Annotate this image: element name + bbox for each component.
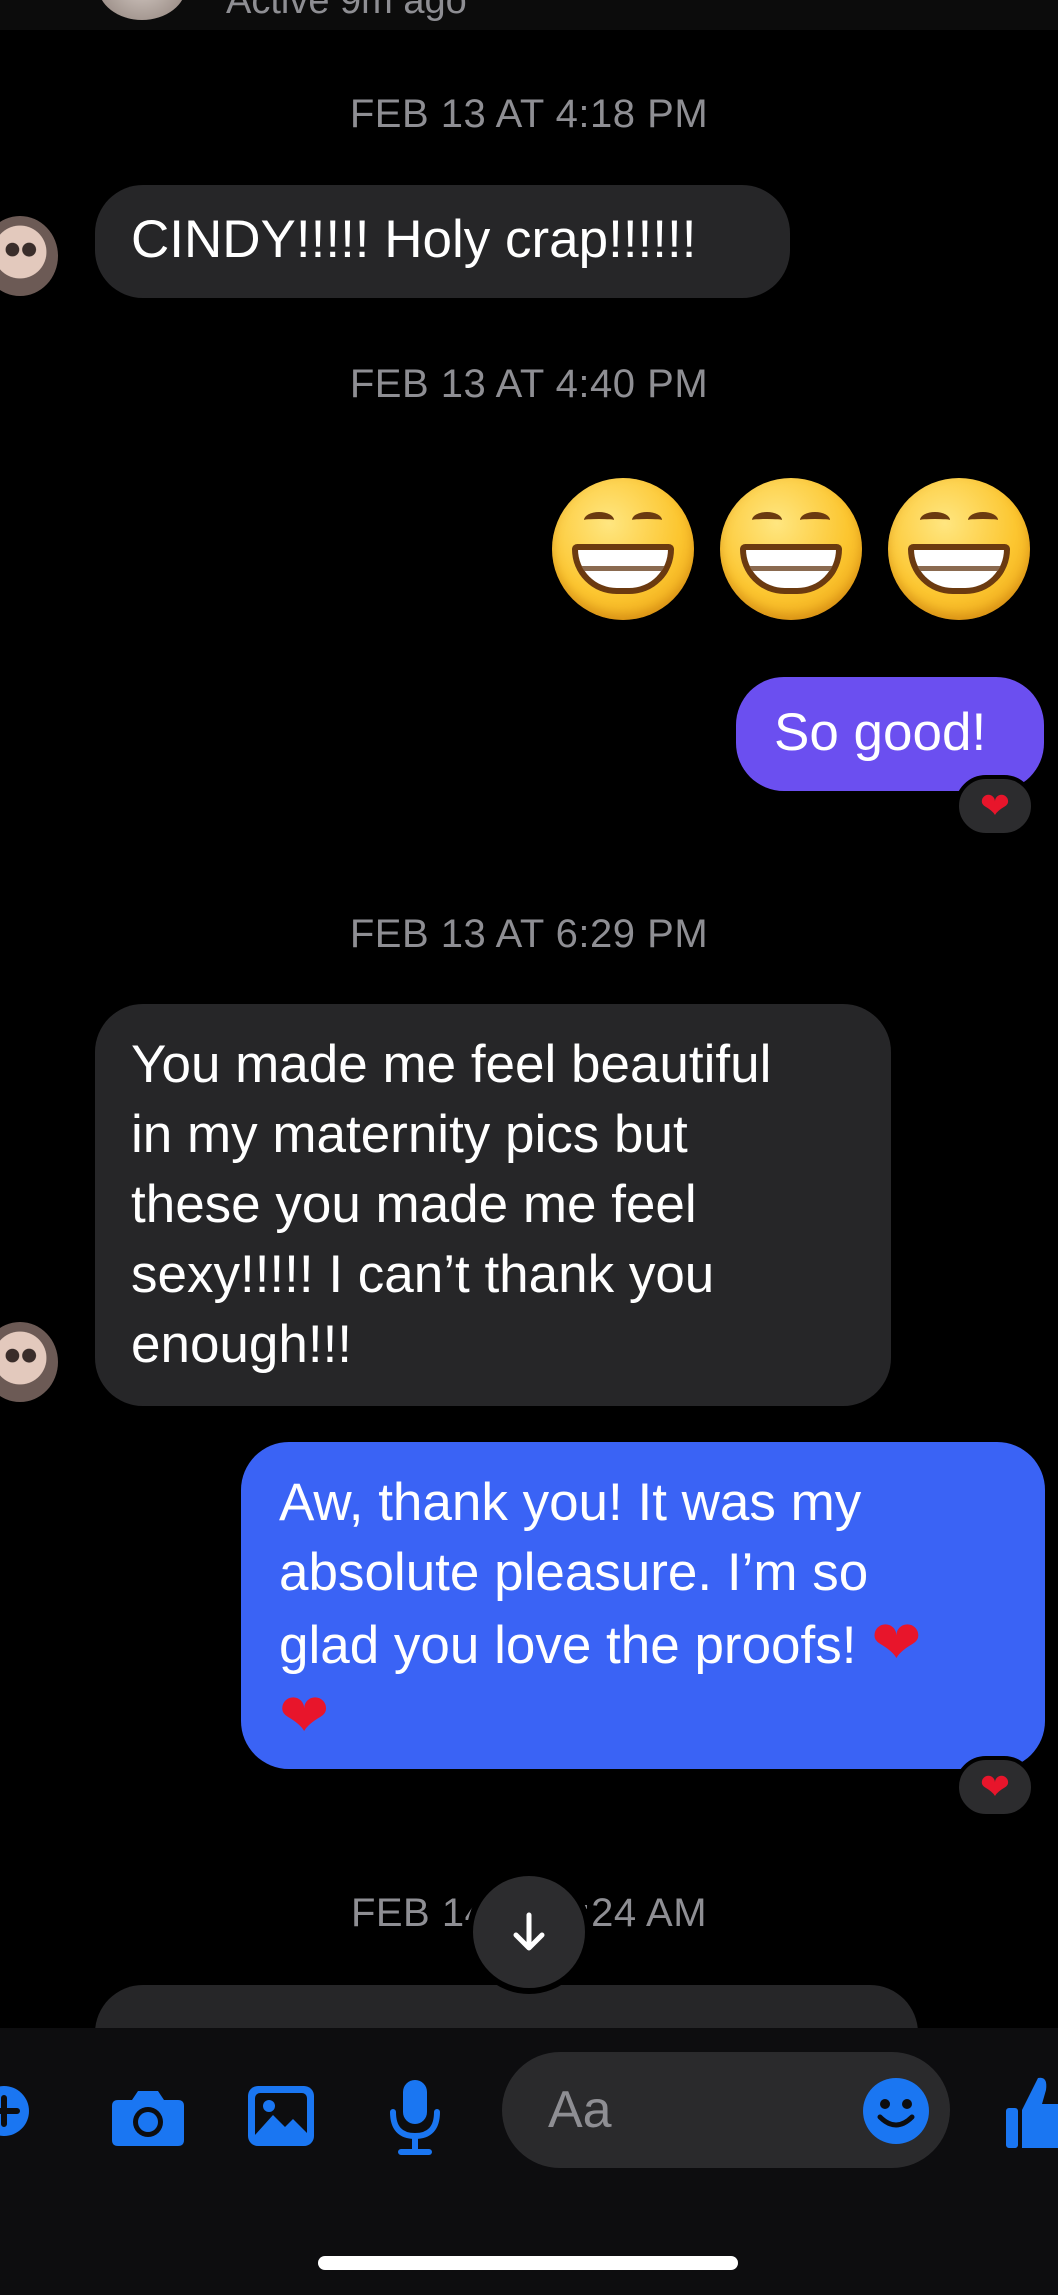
red-heart-emoji: ❤ <box>871 1609 922 1676</box>
thumbs-up-icon <box>1006 2077 1058 2148</box>
message-input-placeholder: Aa <box>548 2081 612 2139</box>
plus-button[interactable] <box>0 2085 30 2142</box>
red-heart-emoji: ❤ <box>279 1682 330 1749</box>
microphone-icon <box>390 2080 440 2155</box>
grinning-face-emoji <box>720 478 862 620</box>
chat-header: Active 9m ago <box>0 0 1058 30</box>
message-text: CINDY!!!!! Holy crap!!!!!! <box>131 210 697 269</box>
message-text: So good! <box>774 703 987 762</box>
arrow-down-icon <box>513 1912 545 1951</box>
message-line: sexy!!!!! I can’t thank you <box>131 1245 715 1304</box>
heart-reaction[interactable]: ❤ <box>955 1756 1035 1818</box>
contact-avatar[interactable] <box>0 216 58 296</box>
chat-screen: Active 9m ago FEB 13 AT 4:18 PM CINDY!!!… <box>0 0 1058 2295</box>
timestamp: FEB 13 AT 4:18 PM <box>349 92 709 136</box>
plus-icon <box>0 2086 29 2136</box>
active-status: Active 9m ago <box>226 0 467 22</box>
image-icon <box>248 2086 314 2146</box>
grinning-face-emoji <box>888 478 1030 620</box>
timestamp: FEB 13 AT 6:29 PM <box>349 912 709 956</box>
scroll-to-bottom-button[interactable] <box>467 1870 591 1994</box>
message-line: these you made me feel <box>131 1175 697 1234</box>
grinning-face-emoji <box>552 478 694 620</box>
camera-button[interactable] <box>110 2088 186 2153</box>
heart-icon: ❤ <box>979 1766 1011 1807</box>
message-line: You made me feel beautiful <box>131 1035 772 1094</box>
outgoing-message[interactable]: So good! <box>736 677 1044 791</box>
incoming-message[interactable]: CINDY!!!!! Holy crap!!!!!! <box>95 185 790 298</box>
like-button[interactable] <box>1004 2072 1058 2155</box>
timestamp: FEB 13 AT 4:40 PM <box>349 362 709 406</box>
heart-icon: ❤ <box>979 785 1011 826</box>
incoming-message[interactable]: You made me feel beautiful in my materni… <box>95 1004 891 1406</box>
message-line: glad you love the proofs! <box>279 1616 857 1675</box>
contact-avatar[interactable] <box>0 1322 58 1402</box>
message-line: enough!!! <box>131 1315 353 1374</box>
outgoing-message[interactable]: Aw, thank you! It was my absolute pleasu… <box>241 1442 1045 1769</box>
message-line: Aw, thank you! It was my <box>279 1473 862 1532</box>
home-indicator[interactable] <box>318 2256 738 2270</box>
emoji-icon <box>863 2078 929 2144</box>
message-line: absolute pleasure. I’m so <box>279 1543 869 1602</box>
camera-icon <box>112 2091 184 2146</box>
message-line: in my maternity pics but <box>131 1105 688 1164</box>
voice-button[interactable] <box>387 2078 443 2161</box>
emoji-button[interactable] <box>862 2077 930 2150</box>
heart-reaction[interactable]: ❤ <box>955 775 1035 837</box>
gallery-button[interactable] <box>247 2085 315 2152</box>
header-avatar[interactable] <box>98 0 186 20</box>
